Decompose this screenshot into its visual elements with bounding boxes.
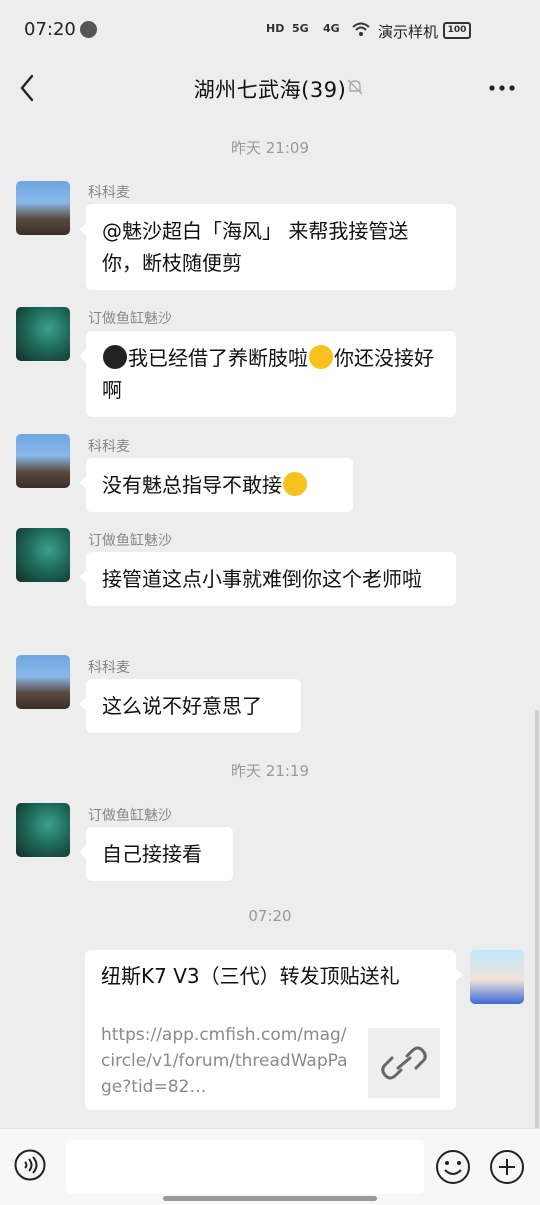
avatar[interactable] xyxy=(16,803,70,857)
link-card-url: https://app.cmfish.com/mag/circle/v1/for… xyxy=(101,1025,348,1097)
message-text: 我已经借了养断肢啦 xyxy=(128,346,308,370)
carrier-label: 演示样机 xyxy=(378,23,439,41)
timestamp: 昨天 21:19 xyxy=(231,762,309,780)
status-bar: 07:20 HD 5G 4G 演示样机 100 xyxy=(0,0,540,60)
message-bubble[interactable]: 接管道这点小事就难倒你这个老师啦 xyxy=(79,552,456,606)
qq-emoji-icon xyxy=(103,345,127,369)
avatar[interactable] xyxy=(16,434,70,488)
sender-name: 订做鱼缸魅沙 xyxy=(88,311,172,327)
network-5g: 5G xyxy=(292,22,309,35)
input-bar xyxy=(0,1128,540,1205)
my-avatar[interactable] xyxy=(470,950,524,1004)
chat-header: 湖州七武海(39) xyxy=(0,60,540,116)
message-bubble[interactable]: @魅沙超白「海风」 来帮我接管送你，断枝随便剪 xyxy=(79,204,456,290)
avatar[interactable] xyxy=(16,528,70,582)
mute-bell-icon xyxy=(347,79,363,95)
sender-name: 订做鱼缸魅沙 xyxy=(88,533,172,549)
avatar[interactable] xyxy=(16,181,70,235)
link-card-message[interactable]: 纽斯K7 V3（三代）转发顶贴送礼 https://app.cmfish.com… xyxy=(85,950,463,1110)
link-icon xyxy=(381,1046,427,1080)
scrollbar[interactable] xyxy=(535,710,539,1130)
crying-emoji-icon xyxy=(309,345,333,369)
avatar[interactable] xyxy=(16,307,70,361)
more-icon[interactable] xyxy=(486,74,518,102)
notification-icon xyxy=(80,21,97,38)
wifi-icon xyxy=(352,22,370,36)
voice-icon[interactable] xyxy=(14,1149,46,1181)
grin-emoji-icon xyxy=(283,472,307,496)
link-card-title: 纽斯K7 V3（三代）转发顶贴送礼 xyxy=(101,964,400,988)
message-bubble[interactable]: 这么说不好意思了 xyxy=(79,679,301,733)
network-4g: 4G xyxy=(323,22,340,35)
message-bubble[interactable]: 我已经借了养断肢啦 你还没接好啊 xyxy=(79,331,456,417)
hd-indicator: HD xyxy=(266,22,285,35)
message-bubble[interactable]: 没有魅总指导不敢接 xyxy=(79,458,353,512)
sender-name: 科科麦 xyxy=(88,185,130,201)
battery-indicator: 100 xyxy=(443,22,471,39)
emoji-icon[interactable] xyxy=(435,1149,471,1185)
sender-name: 科科麦 xyxy=(88,660,130,676)
message-bubble[interactable]: 自己接接看 xyxy=(79,827,233,881)
timestamp: 昨天 21:09 xyxy=(231,139,309,157)
chat-title: 湖州七武海(39) xyxy=(193,78,347,102)
message-input[interactable] xyxy=(66,1140,424,1194)
home-indicator[interactable] xyxy=(163,1196,377,1201)
avatar[interactable] xyxy=(16,655,70,709)
message-text: 没有魅总指导不敢接 xyxy=(102,473,282,497)
sender-name: 订做鱼缸魅沙 xyxy=(88,808,172,824)
sender-name: 科科麦 xyxy=(88,439,130,455)
link-thumbnail xyxy=(368,1028,440,1098)
status-time: 07:20 xyxy=(24,19,76,40)
plus-icon[interactable] xyxy=(489,1149,525,1185)
timestamp: 07:20 xyxy=(248,907,292,925)
